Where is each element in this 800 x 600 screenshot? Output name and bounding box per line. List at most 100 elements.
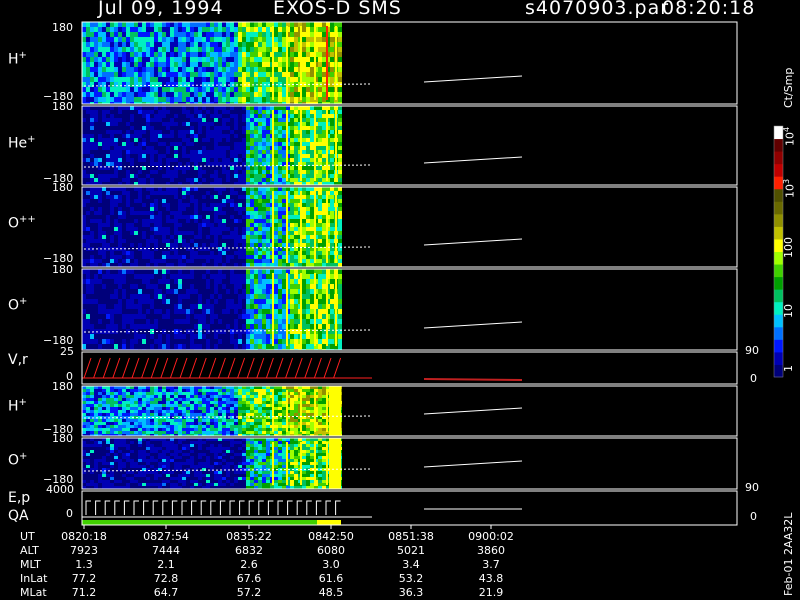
spectrogram-cell: [338, 77, 342, 82]
spectrogram-cell: [162, 57, 166, 62]
spectrogram-cell: [274, 263, 278, 267]
spectrogram-cell: [250, 243, 254, 247]
spectrogram-cell: [210, 235, 214, 239]
spectrogram-cell: [254, 97, 258, 102]
spectrogram-cell: [242, 187, 246, 191]
spectrogram-cell: [134, 203, 138, 207]
spectrogram-cell: [122, 344, 126, 349]
spectrogram-cell: [338, 166, 342, 170]
spectrogram-cell: [306, 259, 310, 263]
spectrogram-cell: [138, 22, 142, 27]
spectrogram-cell: [178, 72, 182, 77]
spectrogram-cell: [186, 47, 190, 52]
spectrogram-cell: [130, 114, 134, 118]
spectrogram-cell: [198, 42, 202, 47]
spectrogram-cell: [142, 255, 146, 259]
spectrogram-cell: [274, 215, 278, 219]
spectrogram-cell: [198, 339, 202, 344]
spectrogram-cell: [190, 138, 194, 142]
spectrogram-cell: [86, 304, 90, 309]
spectrogram-cell: [126, 178, 130, 182]
spectrogram-cell: [102, 146, 106, 150]
spectrogram-cell: [214, 187, 218, 191]
spectrogram-cell: [150, 263, 154, 267]
spectrogram-cell: [222, 299, 226, 304]
spectrogram-cell: [114, 47, 118, 52]
spectrogram-cell: [154, 243, 158, 247]
spectrogram-cell: [98, 319, 102, 324]
spectrogram-cell: [158, 223, 162, 227]
spectrogram-cell: [198, 32, 202, 37]
spectrogram-cell: [86, 235, 90, 239]
spectrogram-cell: [162, 344, 166, 349]
spectrogram-cell: [82, 422, 86, 425]
spectrogram-cell: [106, 289, 110, 294]
spectrogram-cell: [142, 259, 146, 263]
spectrogram-cell: [230, 319, 234, 324]
spectrogram-cell: [110, 395, 114, 398]
spectrogram-cell: [126, 299, 130, 304]
spectrogram-cell: [130, 77, 134, 82]
spectrogram-cell: [306, 215, 310, 219]
spectrogram-cell: [86, 309, 90, 314]
spectrogram-cell: [202, 231, 206, 235]
spectrogram-cell: [198, 110, 202, 114]
spectrogram-cell: [182, 27, 186, 32]
spectrogram-cell: [246, 57, 250, 62]
spectrogram-cell: [238, 223, 242, 227]
spectrogram-cell: [194, 314, 198, 319]
spectrogram-cell: [90, 150, 94, 154]
spectrogram-cell: [338, 106, 342, 110]
spectrogram-cell: [266, 304, 270, 309]
spectrogram-cell: [322, 57, 326, 62]
spectrogram-cell: [302, 294, 306, 299]
spectrogram-cell: [290, 77, 294, 82]
spectrogram-cell: [142, 314, 146, 319]
spectrogram-cell: [82, 37, 86, 42]
spectrogram-cell: [82, 32, 86, 37]
spectrogram-cell: [102, 251, 106, 255]
spectrogram-cell: [194, 339, 198, 344]
spectrogram-cell: [134, 114, 138, 118]
spectrogram-cell: [82, 195, 86, 199]
spectrogram-cell: [214, 130, 218, 134]
spectrogram-cell: [146, 178, 150, 182]
spectrogram-cell: [218, 52, 222, 57]
spectrogram-cell: [282, 146, 286, 150]
spectrogram-cell: [322, 223, 326, 227]
spectrogram-cell: [182, 199, 186, 203]
spectrogram-cell: [94, 92, 98, 97]
spectrogram-cell: [182, 211, 186, 215]
spectrogram-cell: [178, 195, 182, 199]
spectrogram-cell: [234, 134, 238, 138]
spectrogram-cell: [158, 324, 162, 329]
spectrogram-streak: [300, 26, 302, 100]
spectrogram-cell: [306, 187, 310, 191]
spectrogram-cell: [230, 289, 234, 294]
spectrogram-cell: [154, 22, 158, 27]
spectrogram-cell: [302, 174, 306, 178]
spectrogram-cell: [330, 314, 334, 319]
spectrogram-cell: [206, 289, 210, 294]
spectrogram-cell: [322, 174, 326, 178]
spectrogram-cell: [174, 77, 178, 82]
spectrogram-cell: [90, 134, 94, 138]
spectrogram-cell: [230, 279, 234, 284]
spectrogram-cell: [190, 130, 194, 134]
spectrogram-cell: [118, 299, 122, 304]
spectrogram-cell: [190, 203, 194, 207]
spectrogram-cell: [226, 57, 230, 62]
spectrogram-cell: [238, 269, 242, 274]
spectrogram-cell: [102, 274, 106, 279]
spectrogram-cell: [234, 329, 238, 334]
spectrogram-cell: [122, 339, 126, 344]
spectrogram-cell: [170, 97, 174, 102]
spectrogram-cell: [258, 235, 262, 239]
spectrogram-cell: [158, 67, 162, 72]
spectrogram-cell: [258, 223, 262, 227]
spectrogram-cell: [198, 203, 202, 207]
spectrogram-cell: [222, 82, 226, 87]
spectrogram-cell: [198, 62, 202, 67]
spectrogram-cell: [202, 126, 206, 130]
spectrogram-cell: [258, 279, 262, 284]
